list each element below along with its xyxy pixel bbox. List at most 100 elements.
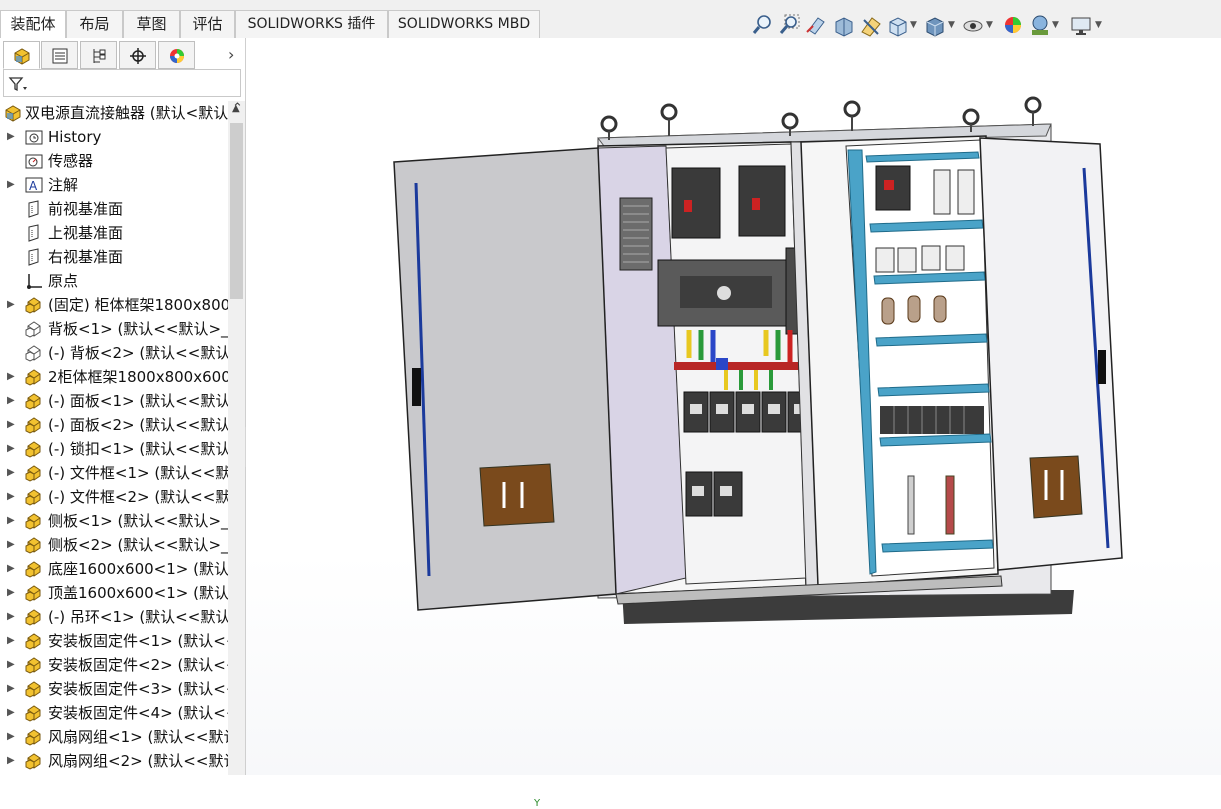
tree-item[interactable]: ▶ 风扇网组<1> (默认<<默认: [0, 725, 228, 749]
expand-arrow-icon[interactable]: ▶: [7, 293, 15, 317]
tree-item[interactable]: ▶ 风扇网组<2> (默认<<默认: [0, 749, 228, 773]
tree-item[interactable]: ▶ 侧板<1> (默认<<默认>_显: [0, 509, 228, 533]
chevron-down-icon[interactable]: ▼: [910, 20, 917, 30]
tree-root-assembly[interactable]: 双电源直流接触器 (默认<默认: [0, 101, 228, 125]
expand-arrow-icon[interactable]: ▶: [7, 557, 15, 581]
tree-item[interactable]: ▶ (-) 面板<2> (默认<<默认>: [0, 413, 228, 437]
tree-item-label: (-) 背板<2> (默认<<默认>: [48, 344, 228, 362]
tree-item[interactable]: ▶ 安装板固定件<2> (默认<<: [0, 653, 228, 677]
chevron-down-icon[interactable]: ▼: [1052, 20, 1059, 30]
tree-item[interactable]: ▶ (-) 面板<1> (默认<<默认>: [0, 389, 228, 413]
expand-arrow-icon[interactable]: ▶: [7, 581, 15, 605]
tree-item[interactable]: ▶ 侧板<2> (默认<<默认>_显: [0, 533, 228, 557]
edit-appearance-icon[interactable]: [1000, 12, 1026, 40]
expand-arrow-icon[interactable]: ▶: [7, 653, 15, 677]
tree-item[interactable]: ▶ (固定) 柜体框架1800x800x: [0, 293, 228, 317]
tree-item[interactable]: ▶ 顶盖1600x600<1> (默认<: [0, 581, 228, 605]
expand-arrow-icon[interactable]: ▶: [7, 485, 15, 509]
filter-icon: [8, 77, 27, 92]
displaymanager-tab[interactable]: [158, 41, 195, 69]
tree-item[interactable]: ▶ A 注解: [0, 173, 228, 197]
expand-arrow-icon[interactable]: ▶: [7, 125, 15, 149]
tree-item[interactable]: ▶ History: [0, 125, 228, 149]
expand-arrow-icon[interactable]: ▶: [7, 461, 15, 485]
view-settings-icon[interactable]: [1068, 12, 1094, 40]
plane-icon: [25, 248, 43, 266]
featuremanager-tab[interactable]: [3, 41, 40, 69]
dimxpertmanager-tab[interactable]: [119, 41, 156, 69]
tree-item-label: 安装板固定件<2> (默认<<: [48, 656, 228, 674]
expand-arrow-icon[interactable]: ▶: [7, 365, 15, 389]
scrollbar-thumb[interactable]: [230, 123, 243, 299]
chevron-down-icon[interactable]: ▼: [986, 20, 993, 30]
tree-item[interactable]: ▶ (-) 文件框<1> (默认<<默认: [0, 461, 228, 485]
tree-item[interactable]: ▶ 安装板固定件<1> (默认<<: [0, 629, 228, 653]
propertymanager-tab[interactable]: [41, 41, 78, 69]
chevron-right-icon[interactable]: ›: [228, 45, 234, 64]
expand-arrow-icon[interactable]: ▶: [7, 629, 15, 653]
chevron-down-icon[interactable]: ▼: [948, 20, 955, 30]
part-icon: [25, 680, 43, 698]
history-folder-icon: [25, 128, 43, 146]
expand-arrow-icon[interactable]: ▶: [7, 605, 15, 629]
zoom-to-area-icon[interactable]: [777, 12, 803, 40]
tree-item[interactable]: ▶ (-) 文件框<2> (默认<<默认: [0, 485, 228, 509]
apply-scene-icon[interactable]: [1027, 12, 1053, 40]
tree-item[interactable]: ▶ 安装板固定件<4> (默认<<: [0, 701, 228, 725]
tree-item-label: 风扇网组<1> (默认<<默认: [48, 728, 228, 746]
zoom-to-fit-icon[interactable]: [750, 12, 776, 40]
tree-item[interactable]: 右视基准面: [0, 245, 228, 269]
expand-arrow-icon[interactable]: ▶: [7, 437, 15, 461]
expand-arrow-icon[interactable]: ▶: [7, 749, 15, 773]
tree-filter[interactable]: [3, 69, 241, 97]
tree-item[interactable]: 背板<1> (默认<<默认>_显: [0, 317, 228, 341]
tree-item[interactable]: 原点: [0, 269, 228, 293]
part-icon: [25, 368, 43, 386]
section-view-icon[interactable]: [831, 12, 857, 40]
tree-item[interactable]: ▶ 安装板固定件<3> (默认<<: [0, 677, 228, 701]
view-orientation-icon[interactable]: [885, 12, 911, 40]
tab-evaluate[interactable]: 评估: [180, 10, 235, 38]
expand-arrow-icon[interactable]: ▶: [7, 533, 15, 557]
expand-arrow-icon[interactable]: ▶: [7, 725, 15, 749]
chevron-down-icon[interactable]: ▼: [1095, 20, 1102, 30]
expand-arrow-icon[interactable]: ▶: [7, 173, 15, 197]
tree-item-label: (-) 锁扣<1> (默认<<默认>: [48, 440, 228, 458]
expand-arrow-icon[interactable]: ▶: [7, 701, 15, 725]
tree-item[interactable]: 传感器: [0, 149, 228, 173]
tree-item[interactable]: (-) 背板<2> (默认<<默认>: [0, 341, 228, 365]
tab-solidworks-addins[interactable]: SOLIDWORKS 插件: [235, 10, 388, 38]
tab-sketch[interactable]: 草图: [123, 10, 180, 38]
tree-item[interactable]: ▶ (-) 吊环<1> (默认<<默认>: [0, 605, 228, 629]
collapse-root-icon[interactable]: ⌃: [232, 101, 243, 116]
tree-item-label: 上视基准面: [48, 224, 124, 242]
tab-solidworks-mbd[interactable]: SOLIDWORKS MBD: [388, 10, 540, 38]
tree-scrollbar[interactable]: ▲: [228, 101, 245, 775]
previous-view-icon[interactable]: [804, 12, 830, 40]
tree-item[interactable]: ▶ (-) 锁扣<1> (默认<<默认>: [0, 437, 228, 461]
hide-show-items-icon[interactable]: [960, 12, 986, 40]
configurationmanager-tab[interactable]: [80, 41, 117, 69]
expand-arrow-icon[interactable]: ▶: [7, 413, 15, 437]
expand-arrow-icon[interactable]: ▶: [7, 677, 15, 701]
tab-assembly[interactable]: 装配体: [0, 10, 66, 39]
tree-item-label: 2柜体框架1800x800x600-: [48, 368, 228, 386]
tree-item[interactable]: ▶ 底座1600x600<1> (默认<: [0, 557, 228, 581]
dynamic-annotation-icon[interactable]: [858, 12, 884, 40]
tree-item[interactable]: 前视基准面: [0, 197, 228, 221]
sensor-icon: [25, 152, 43, 170]
expand-arrow-icon[interactable]: ▶: [7, 509, 15, 533]
tree-item[interactable]: ▶ 2柜体框架1800x800x600-: [0, 365, 228, 389]
graphics-area[interactable]: Y: [246, 38, 1221, 809]
electrical-cabinet-model: [393, 96, 1123, 624]
tree-item-label: (-) 面板<2> (默认<<默认>: [48, 416, 228, 434]
tree-item-label: 风扇网组<2> (默认<<默认: [48, 752, 228, 770]
expand-arrow-icon[interactable]: ▶: [7, 389, 15, 413]
tab-layout[interactable]: 布局: [66, 10, 123, 38]
tree-item-label: 顶盖1600x600<1> (默认<: [48, 584, 228, 602]
panel-tabs: ›: [0, 41, 245, 69]
display-style-icon[interactable]: [922, 12, 948, 40]
part-icon: [25, 488, 43, 506]
tree-item[interactable]: 上视基准面: [0, 221, 228, 245]
annotations-icon: A: [25, 176, 43, 194]
